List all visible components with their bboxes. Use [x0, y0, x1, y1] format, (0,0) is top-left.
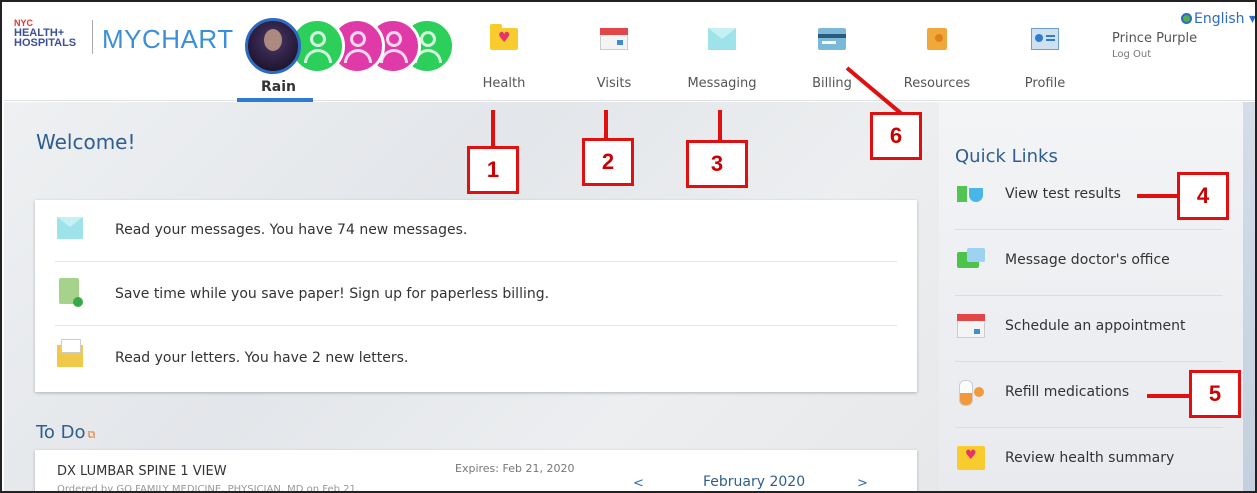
health-folder-icon	[490, 24, 518, 50]
todo-item-name[interactable]: DX LUMBAR SPINE 1 VIEW	[57, 464, 227, 479]
quick-link-label: Review health summary	[1005, 450, 1175, 466]
caret-down-icon: ▾	[1244, 11, 1257, 27]
quick-link-health-summary[interactable]: Review health summary	[955, 428, 1223, 491]
calendar-month-label: February 2020	[703, 474, 806, 490]
pill-icon	[957, 380, 985, 406]
globe-icon	[1181, 13, 1192, 24]
logo-divider	[92, 20, 93, 54]
envelope-icon	[57, 217, 83, 239]
logout-link[interactable]: Log Out	[1112, 49, 1151, 60]
nav-resources-label: Resources	[903, 76, 971, 91]
quick-link-label: Message doctor's office	[1005, 252, 1170, 268]
active-user-name[interactable]: Rain	[261, 79, 296, 95]
callout-5: 5	[1189, 370, 1241, 418]
quick-link-message-doctor[interactable]: Message doctor's office	[955, 230, 1223, 296]
callout-3: 3	[686, 140, 748, 188]
letter-icon	[57, 339, 83, 367]
notification-row[interactable]: Read your letters. You have 2 new letter…	[55, 328, 897, 390]
nav-messaging[interactable]: Messaging	[677, 24, 767, 100]
notification-row[interactable]: Read your messages. You have 74 new mess…	[55, 200, 897, 262]
app-frame: NYC HEALTH+ HOSPITALS MYCHART Rain Healt…	[0, 0, 1257, 493]
test-tube-icon	[957, 182, 985, 206]
notification-text[interactable]: Save time while you save paper! Sign up …	[115, 286, 549, 302]
quick-link-schedule-appointment[interactable]: Schedule an appointment	[955, 296, 1223, 362]
nav-health-label: Health	[482, 76, 526, 91]
paperless-bill-icon	[59, 278, 83, 307]
health-folder-icon	[957, 446, 985, 470]
todo-panel: DX LUMBAR SPINE 1 VIEW Ordered by GO FAM…	[35, 450, 917, 493]
nav-health[interactable]: Health	[459, 24, 549, 100]
user-name: Prince Purple	[1112, 31, 1198, 46]
callout-3-connector	[718, 110, 722, 140]
notifications-panel: Read your messages. You have 74 new mess…	[35, 200, 917, 392]
todo-item-expires: Expires: Feb 21, 2020	[455, 462, 575, 475]
todo-title-text: To Do	[36, 422, 86, 443]
quick-link-label: Schedule an appointment	[1005, 318, 1186, 334]
callout-2-connector	[604, 110, 608, 138]
nav-billing[interactable]: Billing	[787, 24, 877, 100]
language-label: English	[1194, 11, 1245, 27]
callout-5-connector	[1147, 394, 1189, 398]
calendar-next-button[interactable]: >	[857, 476, 868, 491]
nav-resources[interactable]: Resources	[892, 24, 982, 100]
external-link-icon: ⧉	[87, 428, 96, 441]
calendar-icon	[957, 314, 985, 338]
nyc-health-logo[interactable]: NYC HEALTH+ HOSPITALS	[14, 18, 76, 49]
nav-visits-label: Visits	[596, 76, 632, 91]
callout-6: 6	[870, 112, 922, 160]
quick-link-label: Refill medications	[1005, 384, 1130, 400]
todo-heading[interactable]: To Do ⧉	[36, 422, 95, 443]
book-icon	[927, 28, 947, 50]
notification-row[interactable]: Save time while you save paper! Sign up …	[55, 264, 897, 326]
callout-2: 2	[582, 138, 634, 186]
callout-1-connector	[491, 110, 495, 146]
callout-4-connector	[1137, 194, 1177, 198]
chat-bubble-icon	[957, 248, 985, 272]
top-header: NYC HEALTH+ HOSPITALS MYCHART Rain Healt…	[4, 4, 1257, 102]
callout-4: 4	[1177, 172, 1229, 220]
notification-text[interactable]: Read your messages. You have 74 new mess…	[115, 222, 467, 238]
id-card-icon	[1031, 28, 1059, 50]
active-user-avatar[interactable]	[245, 18, 301, 74]
language-selector[interactable]: English ▾	[1181, 11, 1257, 27]
nav-messaging-label: Messaging	[687, 76, 757, 91]
quick-links-sidebar: Quick Links View test results Message do…	[939, 102, 1255, 491]
envelope-icon	[708, 28, 736, 50]
nav-profile[interactable]: Profile	[1000, 24, 1090, 100]
calendar-icon	[600, 28, 628, 50]
callout-1: 1	[467, 146, 519, 194]
quick-link-label: View test results	[1005, 186, 1121, 202]
todo-item-ordered-by: Ordered by GO FAMILY MEDICINE, PHYSICIAN…	[57, 484, 360, 493]
credit-card-icon	[818, 28, 846, 50]
welcome-heading: Welcome!	[36, 130, 136, 154]
mychart-logo[interactable]: MYCHART	[102, 24, 234, 55]
notification-text[interactable]: Read your letters. You have 2 new letter…	[115, 350, 408, 366]
proxy-avatars	[245, 18, 455, 78]
calendar-prev-button[interactable]: <	[633, 476, 644, 491]
nav-visits[interactable]: Visits	[569, 24, 659, 100]
nav-profile-label: Profile	[1024, 76, 1066, 91]
